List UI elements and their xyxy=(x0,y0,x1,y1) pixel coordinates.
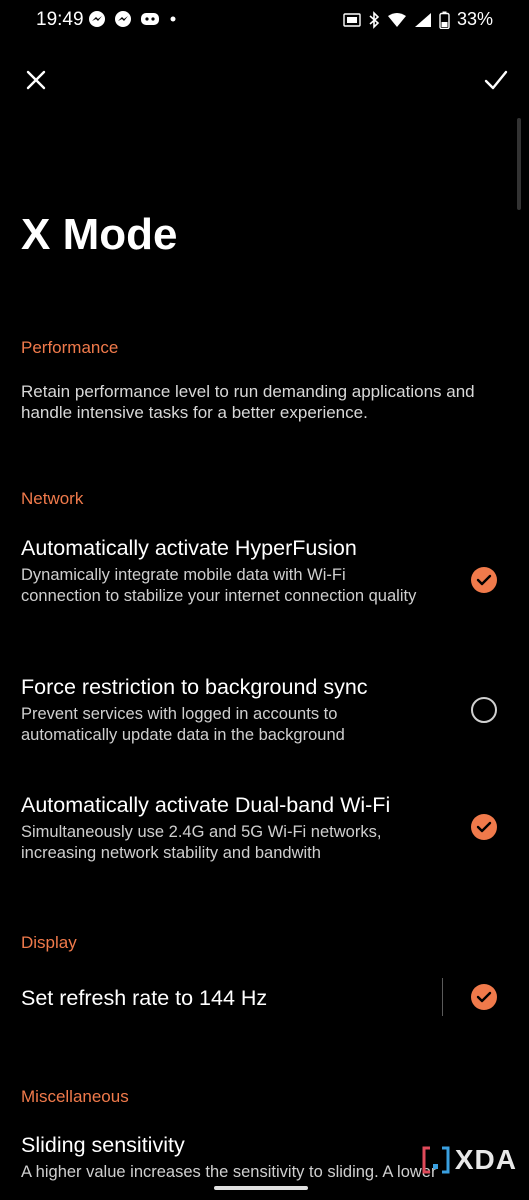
check-icon xyxy=(476,821,492,833)
home-indicator[interactable] xyxy=(214,1186,308,1190)
scrollbar[interactable] xyxy=(517,118,521,210)
watermark-text: XDA xyxy=(454,1144,517,1175)
performance-description: Retain performance level to run demandin… xyxy=(21,382,475,422)
setting-hyperfusion[interactable]: Automatically activate HyperFusion Dynam… xyxy=(0,530,529,640)
setting-title: Automatically activate Dual-band Wi-Fi xyxy=(21,793,391,817)
background-sync-checkbox[interactable] xyxy=(471,697,497,723)
wifi-icon xyxy=(387,12,406,27)
setting-title: Force restriction to background sync xyxy=(21,675,368,699)
close-button[interactable] xyxy=(24,68,48,92)
divider xyxy=(442,978,443,1016)
section-header-performance: Performance xyxy=(21,338,119,357)
dual-band-checkbox[interactable] xyxy=(471,814,497,840)
xda-watermark: XDA xyxy=(421,1144,517,1176)
check-icon xyxy=(476,991,492,1003)
battery-icon xyxy=(439,11,450,29)
refresh-rate-checkbox[interactable] xyxy=(471,984,497,1010)
close-icon xyxy=(26,70,46,90)
setting-background-sync[interactable]: Force restriction to background sync Pre… xyxy=(0,670,529,760)
check-icon xyxy=(484,70,508,90)
top-app-bar xyxy=(0,60,529,100)
setting-refresh-rate[interactable]: Set refresh rate to 144 Hz xyxy=(0,976,529,1020)
hyperfusion-checkbox[interactable] xyxy=(471,567,497,593)
page-title: X Mode xyxy=(21,210,178,259)
setting-dual-band-wifi[interactable]: Automatically activate Dual-band Wi-Fi S… xyxy=(0,788,529,878)
bluetooth-icon xyxy=(369,10,380,29)
setting-title: Sliding sensitivity xyxy=(21,1133,185,1157)
setting-subtitle: Dynamically integrate mobile data with W… xyxy=(21,566,417,605)
signal-icon xyxy=(414,12,431,27)
section-header-network: Network xyxy=(21,489,84,508)
discord-icon xyxy=(141,13,159,25)
system-icons: 33% xyxy=(343,9,493,30)
messenger-icon xyxy=(115,11,131,27)
messenger-icon xyxy=(89,11,105,27)
notification-icons xyxy=(88,10,178,28)
section-header-miscellaneous: Miscellaneous xyxy=(21,1087,129,1106)
xda-logo-icon xyxy=(422,1146,450,1174)
section-header-display: Display xyxy=(21,933,77,952)
check-icon xyxy=(476,574,492,586)
setting-subtitle: Prevent services with logged in accounts… xyxy=(21,705,345,744)
dot-icon xyxy=(170,16,176,22)
status-time: 19:49 xyxy=(36,9,84,30)
hd-icon xyxy=(343,12,361,27)
status-bar: 19:49 33% xyxy=(0,0,529,40)
setting-title: Set refresh rate to 144 Hz xyxy=(21,986,268,1010)
setting-title: Automatically activate HyperFusion xyxy=(21,536,357,560)
battery-percent: 33% xyxy=(456,9,493,29)
setting-subtitle: Simultaneously use 2.4G and 5G Wi-Fi net… xyxy=(21,823,382,862)
confirm-button[interactable] xyxy=(483,68,509,92)
